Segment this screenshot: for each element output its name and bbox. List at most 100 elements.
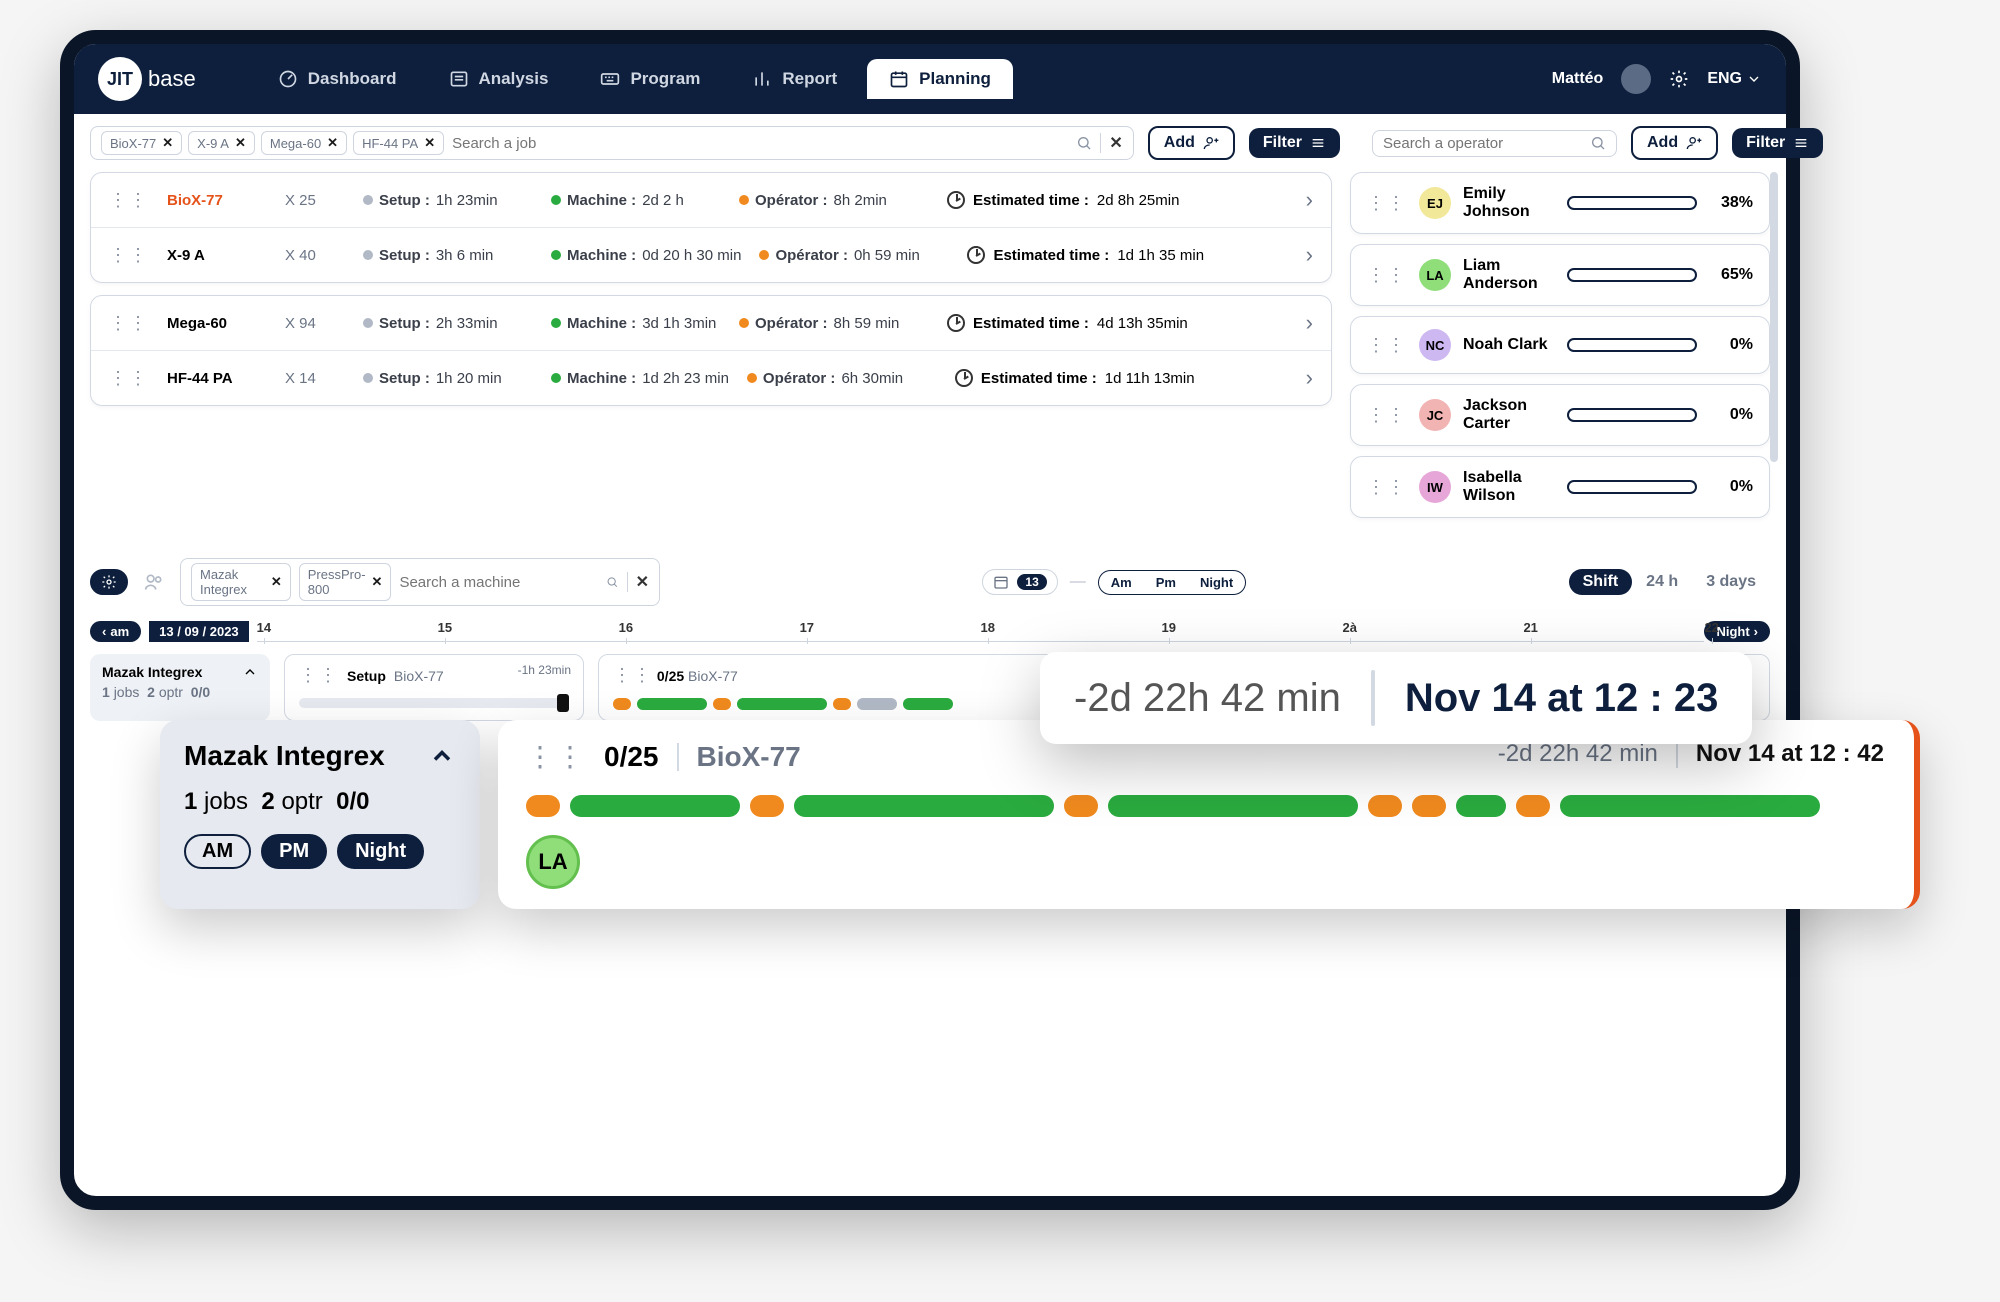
- nav-analysis[interactable]: Analysis: [427, 59, 571, 99]
- job-search-input[interactable]: [452, 135, 1068, 152]
- job-search[interactable]: BioX-77✕ X-9 A✕ Mega-60✕ HF-44 PA✕ ✕: [90, 126, 1134, 160]
- filter-operators-button[interactable]: Filter: [1732, 128, 1823, 158]
- drag-icon[interactable]: ⋮⋮: [1367, 477, 1407, 498]
- operator-badge: EJ: [1419, 187, 1451, 219]
- drag-icon[interactable]: ⋮⋮: [613, 665, 653, 685]
- job-estimated: Estimated time : 1d 1h 35 min: [967, 246, 1287, 264]
- filter-jobs-button[interactable]: Filter: [1249, 128, 1340, 158]
- operator-name: Isabella Wilson: [1463, 469, 1555, 505]
- job-chip[interactable]: X-9 A✕: [188, 131, 255, 155]
- job-row[interactable]: ⋮⋮HF-44 PAX 14Setup : 1h 20 minMachine :…: [91, 350, 1331, 405]
- job-name: BioX-77: [167, 192, 267, 209]
- view-toggle[interactable]: Shift 24 h 3 days: [1569, 569, 1770, 595]
- clear-icon[interactable]: ✕: [636, 572, 649, 592]
- close-icon[interactable]: ✕: [271, 574, 282, 590]
- drag-icon[interactable]: ⋮⋮: [109, 245, 149, 266]
- users-icon[interactable]: [144, 572, 164, 592]
- detail-machine-card[interactable]: Mazak Integrex 1 jobs 2 optr 0/0 AM PM N…: [160, 720, 480, 909]
- nav-program[interactable]: Program: [578, 59, 722, 99]
- operator-row[interactable]: ⋮⋮NCNoah Clark0%: [1350, 316, 1770, 374]
- chevron-right-icon[interactable]: ›: [1306, 242, 1313, 268]
- operator-row[interactable]: ⋮⋮IWIsabella Wilson0%: [1350, 456, 1770, 518]
- setup-block[interactable]: ⋮⋮ Setup BioX-77 -1h 23min: [284, 654, 584, 721]
- gear-icon[interactable]: [1669, 69, 1689, 89]
- drag-icon[interactable]: ⋮⋮: [1367, 405, 1407, 426]
- add-operator-button[interactable]: Add: [1631, 126, 1718, 160]
- operator-name: Emily Johnson: [1463, 185, 1555, 221]
- gauge-icon: [278, 69, 298, 89]
- ampm-segment[interactable]: Am Pm Night: [1098, 570, 1246, 595]
- job-row[interactable]: ⋮⋮X-9 AX 40Setup : 3h 6 minMachine : 0d …: [91, 227, 1331, 282]
- job-qty: X 25: [285, 192, 345, 209]
- job-chip[interactable]: Mega-60✕: [261, 131, 347, 155]
- drag-icon[interactable]: ⋮⋮: [1367, 193, 1407, 214]
- chevron-right-icon[interactable]: ›: [1306, 187, 1313, 213]
- chevron-right-icon[interactable]: ›: [1306, 365, 1313, 391]
- job-chip[interactable]: HF-44 PA✕: [353, 131, 444, 155]
- job-name: HF-44 PA: [167, 370, 267, 387]
- drag-icon[interactable]: ⋮⋮: [1367, 335, 1407, 356]
- date-pill[interactable]: 13: [982, 569, 1057, 595]
- logo-text: base: [148, 66, 196, 92]
- job-chip[interactable]: BioX-77✕: [101, 131, 182, 155]
- machine-search-input[interactable]: [399, 574, 598, 591]
- scrollbar[interactable]: [1770, 172, 1778, 462]
- job-row[interactable]: ⋮⋮Mega-60X 94Setup : 2h 33minMachine : 3…: [91, 296, 1331, 350]
- chevron-up-icon[interactable]: [428, 742, 456, 770]
- operator-search[interactable]: [1372, 130, 1617, 157]
- operator-progress: [1567, 480, 1697, 494]
- close-icon[interactable]: ✕: [235, 135, 246, 151]
- lane-machine-card[interactable]: Mazak Integrex 1 jobs 2 optr 0/0: [90, 654, 270, 721]
- machine-chip[interactable]: PressPro-800✕: [299, 563, 392, 601]
- operators-toolbar: Add Filter: [1356, 114, 1786, 172]
- nav-report[interactable]: Report: [730, 59, 859, 99]
- drag-icon[interactable]: ⋮⋮: [299, 665, 339, 686]
- machine-chip[interactable]: Mazak Integrex✕: [191, 563, 291, 601]
- settings-pill[interactable]: [90, 569, 128, 595]
- detail-shift-pills[interactable]: AM PM Night: [184, 834, 456, 869]
- chevron-right-icon[interactable]: ›: [1306, 310, 1313, 336]
- operator-badge: LA: [1419, 259, 1451, 291]
- axis-tick: 19: [1162, 620, 1176, 635]
- operator-badge: IW: [1419, 471, 1451, 503]
- drag-icon[interactable]: ⋮⋮: [109, 368, 149, 389]
- menu-icon: [1793, 135, 1809, 151]
- add-user-icon: [1686, 135, 1702, 151]
- axis-tick: 21: [1523, 620, 1537, 635]
- job-estimated: Estimated time : 4d 13h 35min: [947, 314, 1288, 332]
- close-icon[interactable]: ✕: [424, 135, 435, 151]
- drag-icon[interactable]: ⋮⋮: [109, 190, 149, 211]
- setup-progress[interactable]: [299, 698, 569, 708]
- operator-search-input[interactable]: [1383, 135, 1582, 152]
- job-machine: Machine : 2d 2 h: [551, 192, 721, 209]
- operator-row[interactable]: ⋮⋮JCJackson Carter0%: [1350, 384, 1770, 446]
- avatar[interactable]: [1621, 64, 1651, 94]
- chevron-up-icon[interactable]: [242, 664, 258, 680]
- close-icon[interactable]: ✕: [372, 574, 383, 590]
- axis-prev[interactable]: ‹ am: [90, 621, 141, 642]
- drag-icon[interactable]: ⋮⋮: [1367, 265, 1407, 286]
- operator-row[interactable]: ⋮⋮LALiam Anderson65%: [1350, 244, 1770, 306]
- job-row[interactable]: ⋮⋮BioX-77X 25Setup : 1h 23minMachine : 2…: [91, 173, 1331, 227]
- machine-search[interactable]: Mazak Integrex✕ PressPro-800✕ ✕: [180, 558, 660, 606]
- clear-icon[interactable]: ✕: [1109, 133, 1122, 153]
- add-job-button[interactable]: Add: [1148, 126, 1235, 160]
- drag-icon[interactable]: ⋮⋮: [109, 313, 149, 334]
- operator-row[interactable]: ⋮⋮EJEmily Johnson38%: [1350, 172, 1770, 234]
- close-icon[interactable]: ✕: [327, 135, 338, 151]
- search-icon[interactable]: [606, 574, 618, 590]
- nav-dashboard[interactable]: Dashboard: [256, 59, 419, 99]
- operator-avatar[interactable]: LA: [526, 835, 580, 889]
- slider-knob[interactable]: [557, 694, 569, 712]
- search-icon[interactable]: [1076, 135, 1092, 151]
- operator-name: Noah Clark: [1463, 336, 1555, 354]
- drag-icon[interactable]: ⋮⋮: [526, 740, 586, 773]
- search-icon[interactable]: [1590, 135, 1606, 151]
- logo-badge: JIT: [98, 57, 142, 101]
- close-icon[interactable]: ✕: [162, 135, 173, 151]
- lang-selector[interactable]: ENG: [1707, 70, 1762, 88]
- float-deadline: Nov 14 at 12 : 23: [1405, 676, 1719, 721]
- detail-job-card[interactable]: ⋮⋮ 0/25 BioX-77 -2d 22h 42 min Nov 14 at…: [498, 720, 1920, 909]
- nav-planning[interactable]: Planning: [867, 59, 1013, 99]
- axis-tick: 17: [800, 620, 814, 635]
